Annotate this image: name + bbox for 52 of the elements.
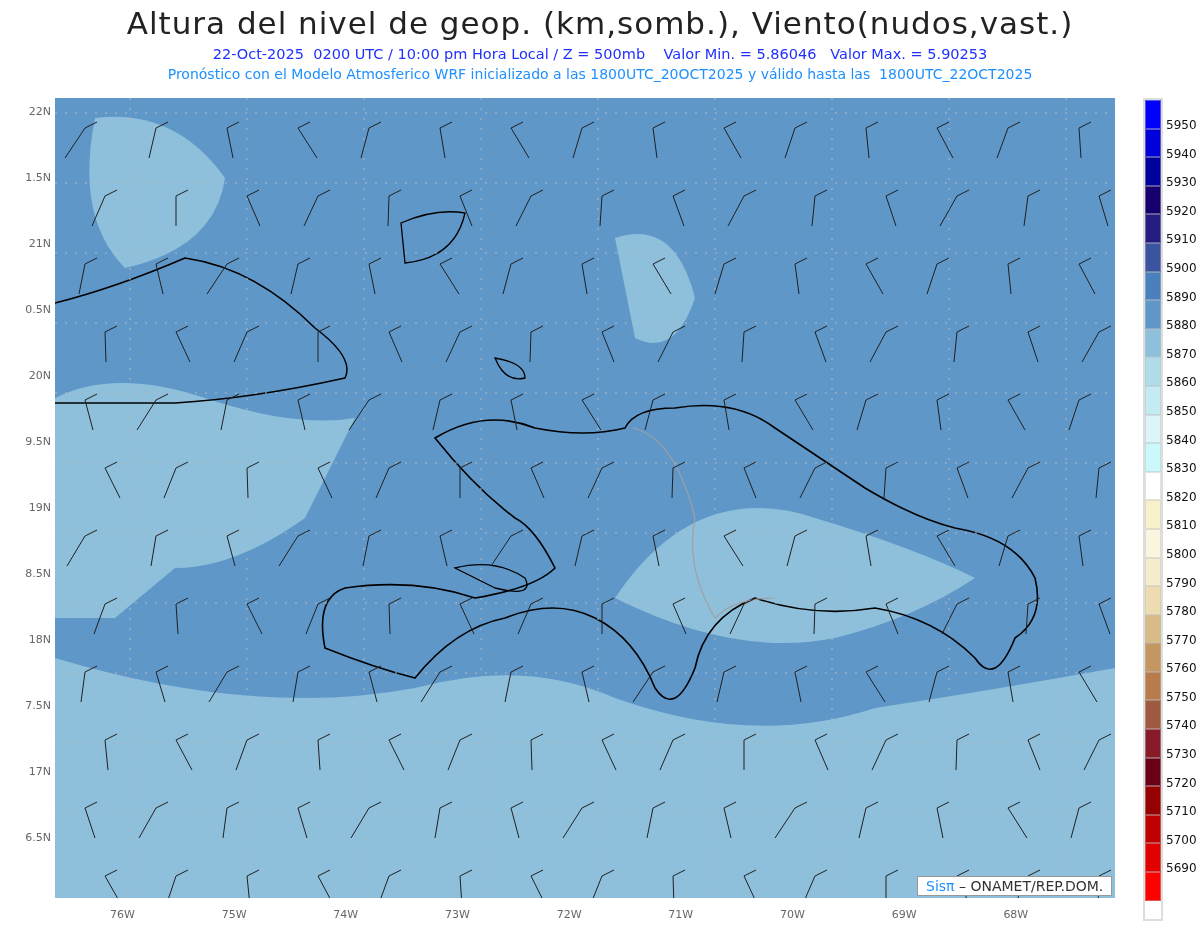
legend-value: 5790 <box>1166 575 1197 592</box>
legend-value: 5860 <box>1166 375 1197 392</box>
legend-value: 5810 <box>1166 518 1197 535</box>
forecast-description: Pronóstico con el Modelo Atmosferico WRF inicializado a las 1800UTC_20OCT2025 y válido hasta las 1800UTC_22OCT2025 <box>167 65 1033 84</box>
legend-value: 5850 <box>1166 403 1197 420</box>
legend-value: 5940 <box>1166 146 1197 163</box>
legend-value: 5840 <box>1166 432 1197 449</box>
latitude-label: 8.5N <box>24 568 52 582</box>
legend-value: 5700 <box>1166 832 1197 849</box>
legend-value: 5890 <box>1166 289 1197 306</box>
chart-title: Altura del nivel de geop. (km,somb.), Viento(nudos,vast.) <box>126 4 1074 43</box>
credit-label: Sisπ – ONAMET/REP.DOM. <box>917 876 1113 896</box>
legend-value: 5780 <box>1166 604 1197 621</box>
longitude-label: 72W <box>556 907 583 921</box>
legend-value: 5870 <box>1166 346 1197 363</box>
legend-value: 5820 <box>1166 489 1197 506</box>
legend-value: 5750 <box>1166 689 1197 706</box>
longitude-label: 69W <box>891 907 918 921</box>
latitude-label: 9.5N <box>24 436 52 450</box>
latitude-label: 1.5N <box>24 172 52 186</box>
legend-value: 5770 <box>1166 632 1197 649</box>
latitude-label: 21N <box>27 238 52 252</box>
legend-value: 5920 <box>1166 203 1197 220</box>
longitude-label: 74W <box>333 907 360 921</box>
longitude-label: 73W <box>445 907 471 921</box>
legend-value: 5760 <box>1166 661 1197 678</box>
legend-value: 5710 <box>1166 804 1197 821</box>
longitude-label: 68W <box>1003 907 1030 921</box>
longitude-label: 71W <box>668 907 695 921</box>
latitude-label: 18N <box>27 634 52 648</box>
legend-value: 5900 <box>1166 260 1197 277</box>
legend-value: 5690 <box>1166 861 1197 878</box>
legend-value: 5730 <box>1166 747 1197 764</box>
legend-value: 5830 <box>1166 461 1197 478</box>
latitude-label: 20N <box>27 370 52 384</box>
latitude-label: 6.5N <box>24 832 52 846</box>
latitude-label: 19N <box>27 502 52 516</box>
latitude-label: 22N <box>27 106 52 120</box>
longitude-label: 75W <box>221 907 248 921</box>
longitude-label: 70W <box>780 907 806 921</box>
legend-value: 5720 <box>1166 775 1197 792</box>
legend-value: 5880 <box>1166 318 1197 335</box>
chart-subtitle: 22-Oct-2025 0200 UTC / 10:00 pm Hora Local / Z = 500mb Valor Min. = 5.86046 Valor Max. = 5.90253 <box>212 45 988 64</box>
legend-value: 5740 <box>1166 718 1197 735</box>
latitude-label: 7.5N <box>24 700 52 714</box>
legend-value: 5950 <box>1166 118 1197 134</box>
legend-value: 5800 <box>1166 546 1197 563</box>
latitude-label: 0.5N <box>24 304 52 318</box>
legend-value: 5930 <box>1166 175 1197 192</box>
latitude-label: 17N <box>27 766 52 780</box>
longitude-label: 76W <box>110 907 136 921</box>
legend-value: 5910 <box>1166 232 1197 249</box>
